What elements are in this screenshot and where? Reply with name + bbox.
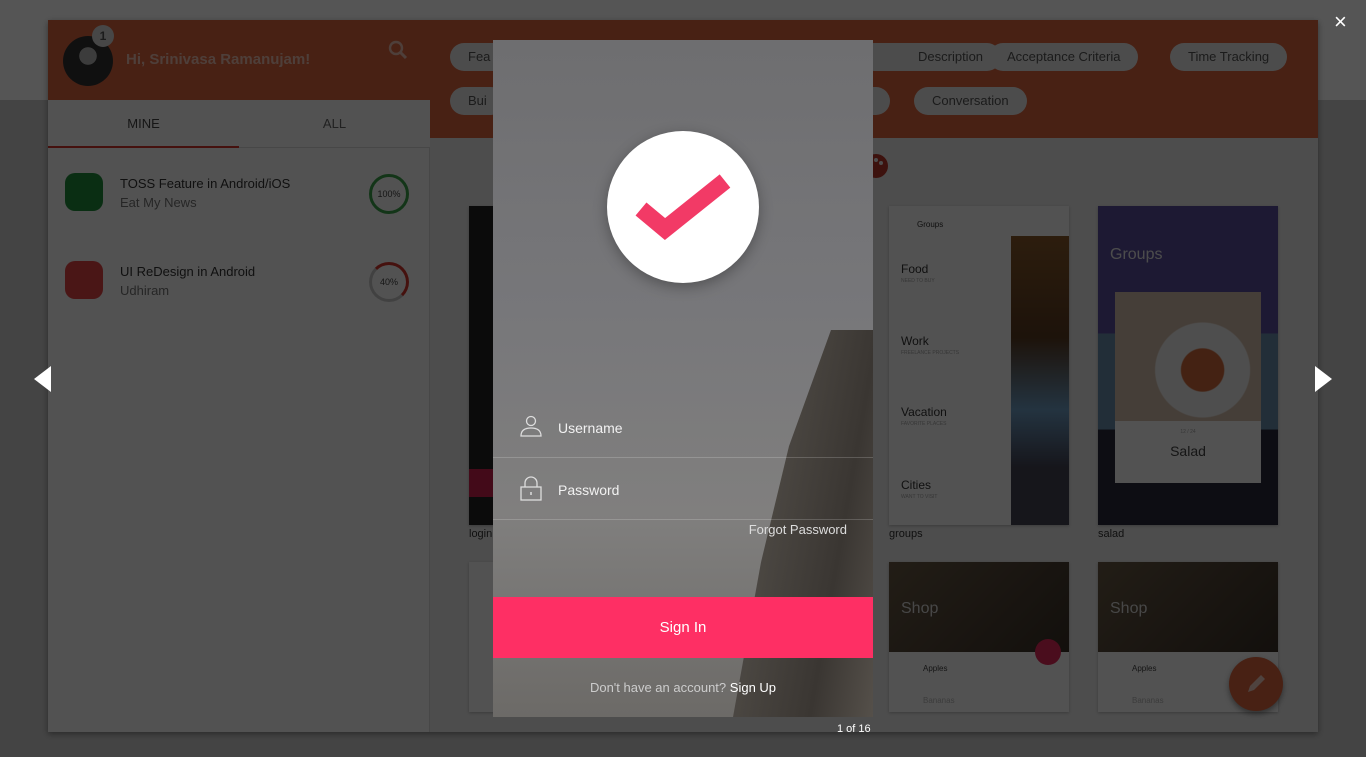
thumb-item: Apples — [1132, 664, 1157, 673]
project-title: TOSS Feature in Android/iOS — [120, 176, 291, 191]
thumb-item: Work — [901, 334, 929, 348]
user-header: 1 Hi, Srinivasa Ramanujam! — [48, 20, 430, 100]
thumb-images — [1011, 236, 1069, 525]
forgot-password-link[interactable]: Forgot Password — [749, 522, 847, 537]
previous-arrow-icon[interactable] — [34, 366, 51, 392]
thumb-sub: FREELANCE PROJECTS — [901, 350, 960, 356]
chip-acceptance-criteria[interactable]: Acceptance Criteria — [989, 43, 1139, 71]
thumb-header: Groups — [917, 220, 944, 229]
sign-in-button[interactable]: Sign In — [493, 597, 873, 658]
checkmark-icon — [635, 174, 731, 240]
thumb-title: Shop — [901, 600, 939, 617]
thumb-item: Vacation — [901, 405, 947, 419]
project-title: UI ReDesign in Android — [120, 264, 256, 279]
thumbnail-caption: salad — [1098, 528, 1125, 540]
progress-ring: 100% — [369, 174, 409, 214]
tab-all[interactable]: ALL — [239, 100, 430, 148]
signup-prompt: Don't have an account? Sign Up — [493, 680, 873, 695]
lock-icon — [520, 476, 542, 501]
next-arrow-icon[interactable] — [1315, 366, 1332, 392]
thumbnail-groups[interactable]: Groups Food NEED TO BUY Work FREELANCE P… — [889, 206, 1069, 525]
no-account-text: Don't have an account? — [589, 680, 727, 695]
thumb-item: Food — [901, 262, 929, 276]
thumbnail-caption: login — [469, 528, 493, 540]
notification-badge[interactable]: 1 — [92, 25, 114, 47]
thumb-item: Bananas — [1132, 696, 1164, 705]
thumb-title: Groups — [1110, 246, 1163, 263]
thumb-item: Apples — [923, 664, 948, 673]
thumb-sub: NEED TO BUY — [901, 278, 935, 284]
project-client: Udhiram — [120, 283, 170, 298]
chip-conversation[interactable]: Conversation — [914, 87, 1027, 115]
pencil-icon — [1248, 675, 1265, 692]
username-placeholder: Username — [558, 420, 623, 436]
edit-fab[interactable] — [1229, 657, 1283, 711]
search-icon[interactable] — [388, 40, 408, 60]
image-counter: 1 of 16 — [837, 723, 871, 735]
greeting: Hi, Srinivasa Ramanujam! — [126, 51, 311, 68]
thumb-card-title: Salad — [1170, 443, 1206, 459]
password-placeholder: Password — [558, 482, 620, 498]
add-icon — [1035, 639, 1061, 665]
list-item[interactable]: TOSS Feature in Android/iOS Eat My News … — [48, 148, 430, 228]
user-icon — [520, 415, 542, 437]
progress-ring: 40% — [369, 262, 409, 302]
thumb-card: 12 / 24 Salad — [1115, 421, 1261, 483]
thumbnail-salad[interactable]: Groups 12 / 24 Salad — [1098, 206, 1278, 525]
thumb-title: Shop — [1110, 600, 1148, 617]
project-app-icon — [65, 173, 103, 211]
project-client: Eat My News — [120, 195, 197, 210]
project-list: TOSS Feature in Android/iOS Eat My News … — [48, 148, 430, 732]
project-app-icon — [65, 261, 103, 299]
username-field[interactable]: Username — [493, 396, 873, 458]
tab-mine[interactable]: MINE — [48, 100, 239, 148]
close-icon[interactable]: × — [1334, 9, 1347, 35]
app-logo — [607, 131, 759, 283]
thumbnail-shop[interactable]: Shop Apples Bananas — [889, 562, 1069, 712]
thumbnail-caption: groups — [889, 528, 923, 540]
thumb-count: 12 / 24 — [1180, 429, 1196, 435]
password-field[interactable]: Password — [493, 458, 873, 520]
chip-description[interactable]: Description — [860, 43, 1002, 71]
thumb-sub: WANT TO VISIT — [901, 494, 938, 500]
thumb-item: Cities — [901, 478, 932, 492]
lightbox-image: Username Password Forgot Password Sign I… — [493, 40, 873, 717]
chip-time-tracking[interactable]: Time Tracking — [1170, 43, 1288, 71]
thumb-item: Bananas — [923, 696, 955, 705]
thumb-sub: FAVORITE PLACES — [901, 421, 947, 427]
project-tabs: MINE ALL — [48, 100, 430, 148]
list-item[interactable]: UI ReDesign in Android Udhiram 40% — [48, 236, 430, 316]
sign-up-link[interactable]: Sign Up — [730, 680, 776, 695]
thumb-image — [1115, 292, 1261, 422]
